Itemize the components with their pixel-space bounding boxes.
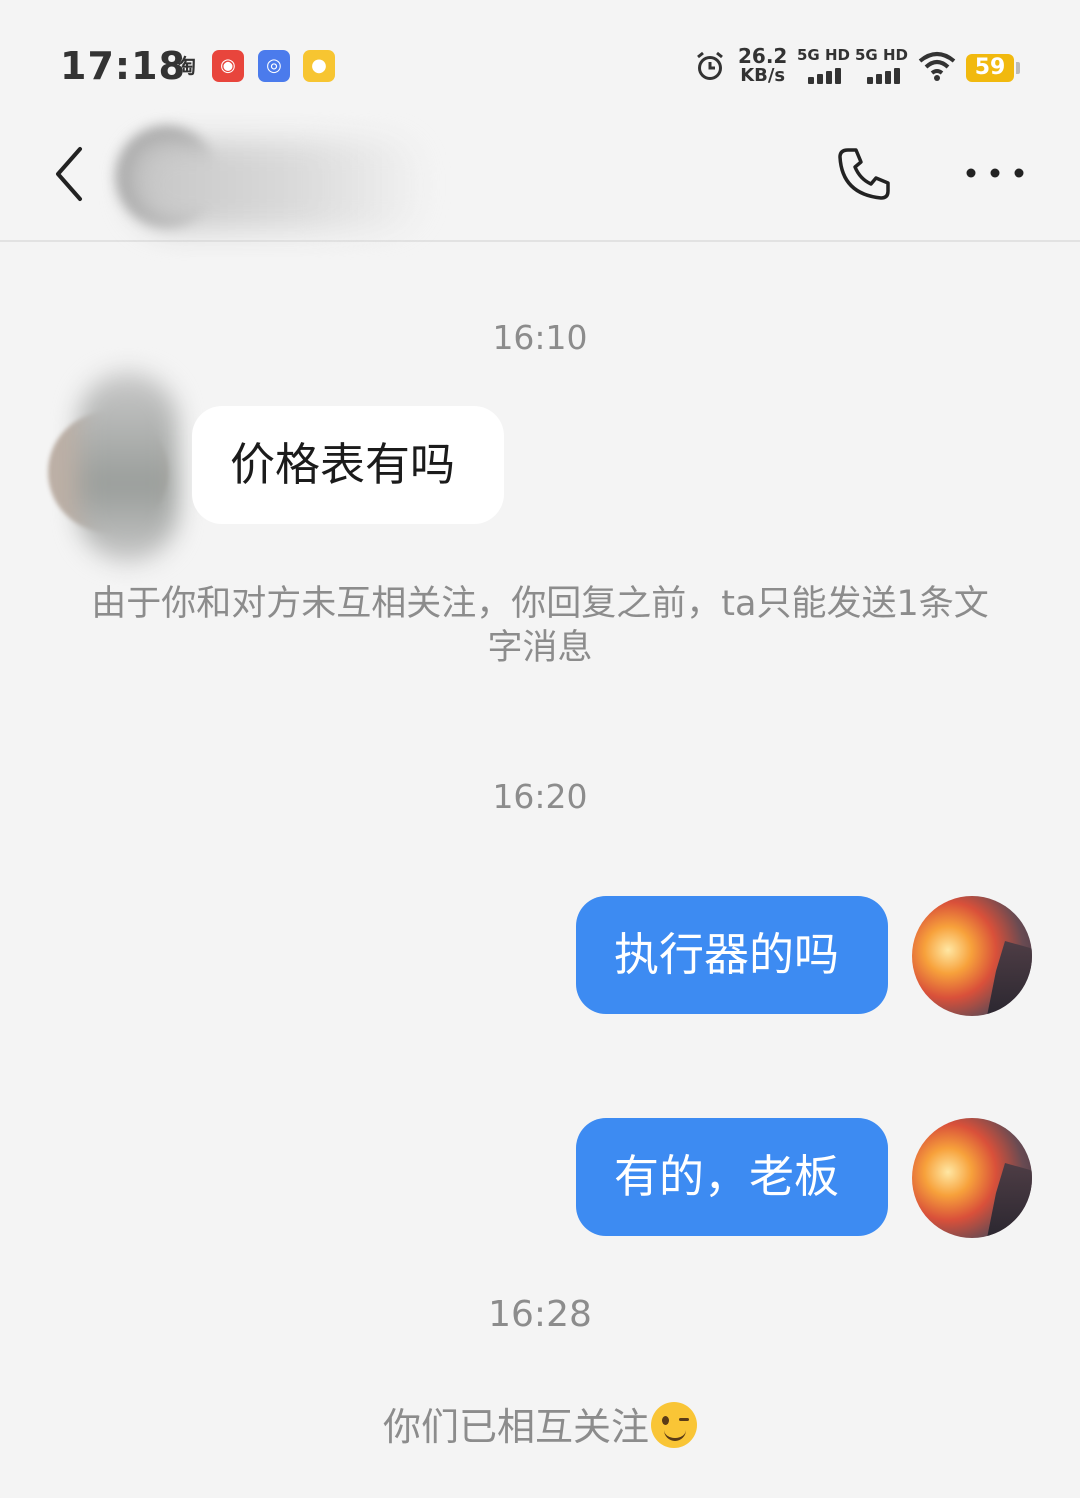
- outgoing-message-bubble[interactable]: 有的，老板: [576, 1118, 888, 1236]
- network-speed-unit: KB/s: [740, 65, 786, 86]
- sim1-signal-icon: [808, 66, 848, 84]
- phone-call-button[interactable]: [834, 144, 894, 204]
- wifi-icon: [918, 52, 956, 81]
- chat-header: [0, 120, 1080, 242]
- uc-notification-icon: ●: [303, 50, 335, 82]
- outgoing-message-bubble[interactable]: 执行器的吗: [576, 896, 888, 1014]
- my-avatar[interactable]: [912, 896, 1032, 1016]
- status-time: 17:18: [60, 44, 186, 88]
- more-options-button[interactable]: [962, 156, 1028, 190]
- sim1-label: 5G HD: [797, 46, 850, 64]
- taobao-notification-icon: 淘: [176, 54, 196, 78]
- taobao-special-notification-icon: ◉: [212, 50, 244, 82]
- battery-icon: 59: [966, 54, 1020, 82]
- wink-emoji-icon: [651, 1402, 697, 1448]
- network-speed: 26.2 KB/s: [738, 46, 787, 86]
- mutual-follow-notice: 你们已相互关注: [0, 1396, 1080, 1451]
- back-button[interactable]: [48, 144, 98, 204]
- sim2-label: 5G HD: [855, 46, 908, 64]
- message-timestamp: 16:10: [492, 318, 588, 357]
- message-timestamp: 16:20: [492, 777, 588, 816]
- quark-notification-icon: ◎: [258, 50, 290, 82]
- follow-restriction-notice: 由于你和对方未互相关注，你回复之前，ta只能发送1条文字消息: [91, 584, 989, 668]
- message-timestamp: 16:28: [488, 1294, 592, 1335]
- network-speed-value: 26.2: [738, 44, 788, 68]
- mutual-follow-text: 你们已相互关注: [382, 1405, 649, 1449]
- contact-name[interactable]: [130, 140, 430, 230]
- alarm-icon: [697, 51, 723, 80]
- my-avatar[interactable]: [912, 1118, 1032, 1238]
- sim2-signal-icon: [867, 66, 907, 84]
- incoming-message-bubble[interactable]: 价格表有吗: [192, 406, 504, 524]
- contact-message-avatar[interactable]: [48, 372, 188, 562]
- status-bar: 17:18 淘 ◉ ◎ ● 26.2 KB/s 5G HD 5G HD 59: [0, 0, 1080, 120]
